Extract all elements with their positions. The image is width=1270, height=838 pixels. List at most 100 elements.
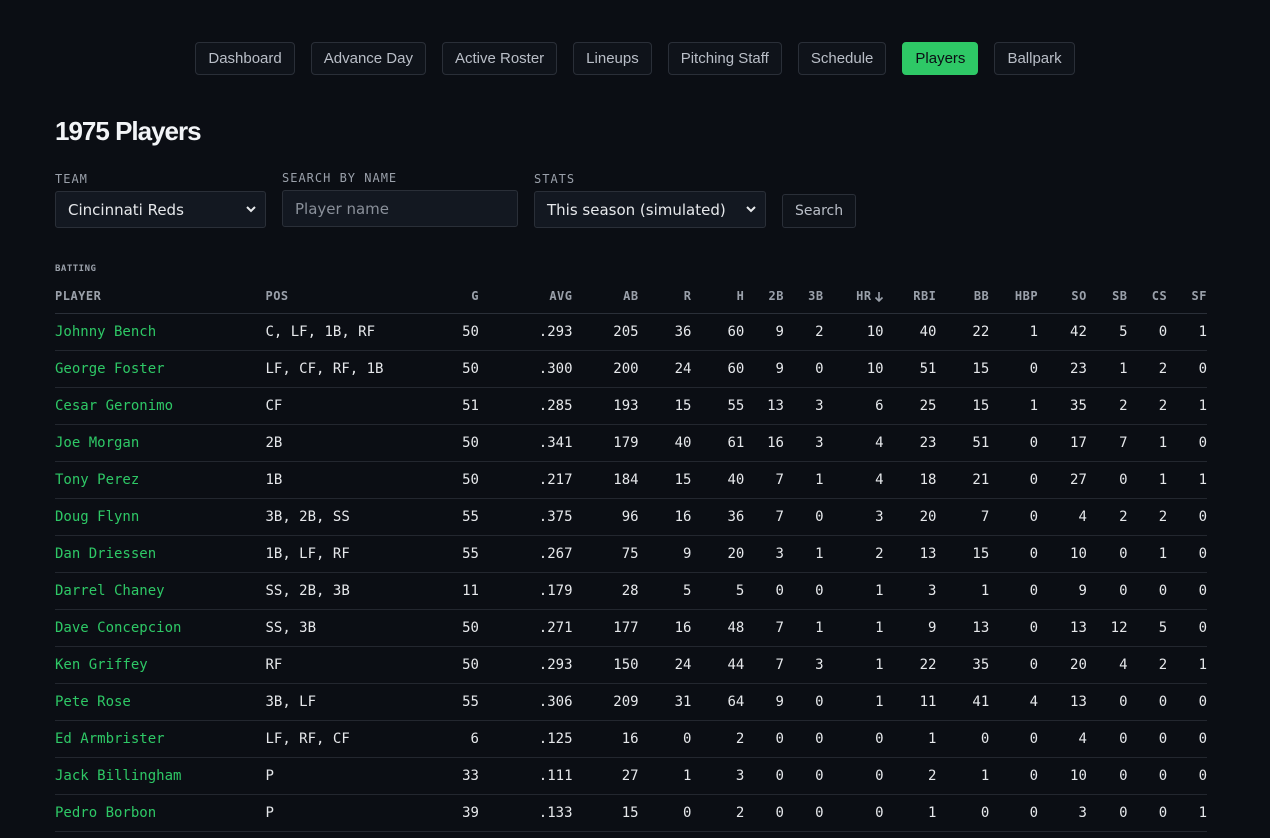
player-link[interactable]: Joe Morgan — [55, 424, 266, 462]
player-link[interactable]: Dan Driessen — [55, 535, 266, 573]
player-name-input[interactable]: Player name — [282, 190, 518, 227]
cell-h: 36 — [691, 498, 745, 536]
cell-avg: .293 — [478, 646, 573, 684]
column-header-so[interactable]: SO — [1038, 280, 1087, 314]
player-name-placeholder: Player name — [295, 199, 389, 218]
cell-so: 4 — [1038, 720, 1087, 758]
nav-advance-day-button[interactable]: Advance Day — [310, 42, 426, 75]
player-link[interactable]: Doug Flynn — [55, 498, 266, 536]
cell-ab: 75 — [572, 535, 639, 573]
nav-lineups-button[interactable]: Lineups — [573, 42, 652, 75]
cell-pos: LF, CF, RF, 1B — [265, 350, 429, 388]
nav-players-button[interactable]: Players — [902, 42, 979, 75]
cell-so: 35 — [1038, 387, 1087, 425]
column-header-sb[interactable]: SB — [1086, 280, 1128, 314]
player-link[interactable]: Cesar Geronimo — [55, 387, 266, 425]
nav-pitching-staff-button[interactable]: Pitching Staff — [667, 42, 782, 75]
cell-3b: 1 — [783, 535, 824, 573]
nav-ballpark-button[interactable]: Ballpark — [994, 42, 1075, 75]
table-row: Ed Armbrister LF, RF, CF 6.125 16 0 2 0 0 0 1 0 0 4 0… — [55, 720, 1207, 758]
cell-ab: 193 — [572, 387, 639, 425]
player-link[interactable]: Jack Billingham — [55, 757, 266, 795]
player-link[interactable]: Pete Rose — [55, 683, 266, 721]
sort-desc-icon — [874, 291, 883, 302]
stats-select[interactable]: This season (simulated) — [534, 191, 766, 228]
page-title: 1975 Players — [55, 116, 202, 146]
cell-bb: 15 — [936, 535, 990, 573]
cell-hr: 2 — [823, 535, 884, 573]
cell-so: 9 — [1038, 572, 1087, 610]
cell-hbp: 1 — [989, 313, 1039, 351]
cell-so: 20 — [1038, 646, 1087, 684]
player-link[interactable]: Darrel Chaney — [55, 572, 266, 610]
cell-bb: 0 — [936, 794, 990, 832]
cell-so: 10 — [1038, 535, 1087, 573]
cell-so: 13 — [1038, 609, 1087, 647]
cell-hbp: 0 — [989, 498, 1039, 536]
nav-dashboard-button[interactable]: Dashboard — [195, 42, 295, 75]
cell-pos: 1B, LF, RF — [265, 535, 429, 573]
cell-pos: 1B — [265, 461, 429, 499]
cell-so: 17 — [1038, 424, 1087, 462]
cell-bb: 35 — [936, 646, 990, 684]
nav-active-roster-button[interactable]: Active Roster — [441, 42, 558, 75]
cell-cs: 1 — [1127, 424, 1168, 462]
cell-sb: 0 — [1086, 535, 1128, 573]
cell-sf: 0 — [1167, 498, 1207, 536]
cell-cs: 0 — [1127, 794, 1168, 832]
cell-g: 55 — [428, 498, 479, 536]
player-link[interactable]: Dave Concepcion — [55, 609, 266, 647]
cell-cs: 0 — [1127, 313, 1168, 351]
column-header-player[interactable]: PLAYER — [55, 280, 266, 314]
column-header-rbi[interactable]: RBI — [883, 280, 937, 314]
cell-cs: 2 — [1127, 350, 1168, 388]
cell-2b: 3 — [744, 535, 784, 573]
cell-ab: 209 — [572, 683, 639, 721]
cell-r: 36 — [638, 313, 692, 351]
cell-hr: 3 — [823, 498, 884, 536]
table-row: Dave Concepcion SS, 3B 50.271 177 16 48 7 1 1 9 13… — [55, 609, 1207, 647]
cell-3b: 0 — [783, 572, 824, 610]
player-link[interactable]: Johnny Bench — [55, 313, 266, 351]
cell-g: 55 — [428, 683, 479, 721]
column-header-sf[interactable]: SF — [1167, 280, 1207, 314]
cell-rbi: 18 — [883, 461, 937, 499]
cell-r: 16 — [638, 609, 692, 647]
player-link[interactable]: Pedro Borbon — [55, 794, 266, 832]
nav-schedule-button[interactable]: Schedule — [797, 42, 887, 75]
column-header-cs[interactable]: CS — [1127, 280, 1168, 314]
cell-cs: 5 — [1127, 609, 1168, 647]
column-header-ab[interactable]: AB — [572, 280, 639, 314]
cell-sb: 2 — [1086, 387, 1128, 425]
column-header-2b[interactable]: 2B — [744, 280, 784, 314]
column-header-3b[interactable]: 3B — [783, 280, 824, 314]
player-link[interactable]: Ken Griffey — [55, 646, 266, 684]
column-header-g[interactable]: G — [428, 280, 479, 314]
cell-pos: C, LF, 1B, RF — [265, 313, 429, 351]
cell-hr: 0 — [823, 757, 884, 795]
player-link[interactable]: George Foster — [55, 350, 266, 388]
column-header-bb[interactable]: BB — [936, 280, 990, 314]
cell-pos: LF, RF, CF — [265, 720, 429, 758]
column-header-pos[interactable]: POS — [265, 280, 429, 314]
cell-g: 50 — [428, 609, 479, 647]
cell-hbp: 0 — [989, 350, 1039, 388]
cell-bb: 51 — [936, 424, 990, 462]
batting-table: PLAYER POS G AVG AB R H 2B 3B HR RBI BB HBP SO SB CS SF … — [55, 280, 1207, 832]
cell-g: 50 — [428, 646, 479, 684]
column-header-hr[interactable]: HR — [823, 280, 884, 314]
cell-3b: 0 — [783, 498, 824, 536]
player-link[interactable]: Tony Perez — [55, 461, 266, 499]
cell-avg: .111 — [478, 757, 573, 795]
search-button[interactable]: Search — [782, 194, 857, 228]
team-select[interactable]: Cincinnati Reds — [55, 191, 266, 228]
column-header-label: PLAYER — [55, 289, 102, 304]
column-header-label: SF — [1191, 289, 1207, 304]
column-header-avg[interactable]: AVG — [478, 280, 573, 314]
column-header-r[interactable]: R — [638, 280, 692, 314]
cell-g: 50 — [428, 461, 479, 499]
column-header-hbp[interactable]: HBP — [989, 280, 1039, 314]
column-header-h[interactable]: H — [691, 280, 745, 314]
cell-pos: SS, 2B, 3B — [265, 572, 429, 610]
player-link[interactable]: Ed Armbrister — [55, 720, 266, 758]
